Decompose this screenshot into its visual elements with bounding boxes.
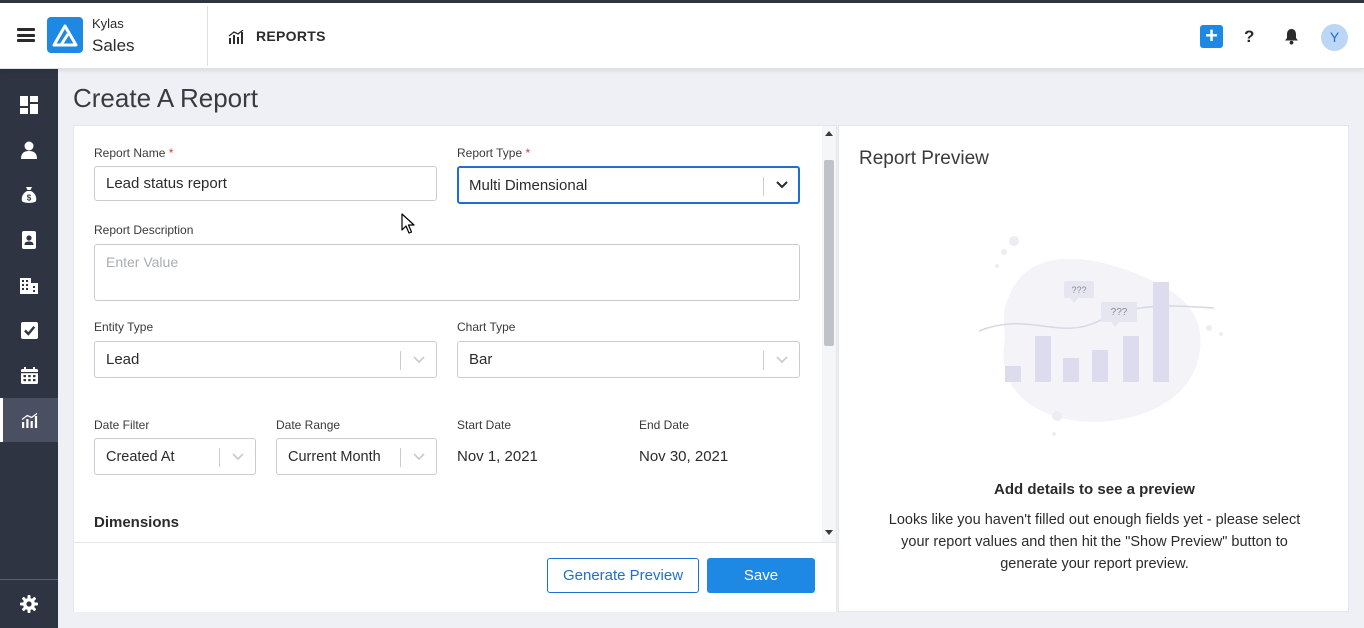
scroll-down-arrow-icon[interactable] [825,530,833,535]
help-icon[interactable]: ? [1244,27,1254,47]
report-name-label: Report Name * [94,146,173,160]
question-bubble-text: ??? [1111,307,1128,318]
date-filter-select[interactable]: Created At [94,438,256,475]
entity-type-label: Entity Type [94,320,154,334]
date-filter-value: Created At [106,448,175,465]
report-type-value: Multi Dimensional [469,176,588,194]
calendar-icon [20,366,38,384]
mouse-cursor-icon [401,213,415,234]
entity-type-select[interactable]: Lead [94,341,437,378]
select-separator [400,448,401,467]
sidebar-item-settings[interactable] [0,582,58,626]
sidebar-item-leads[interactable] [0,128,58,172]
scroll-thumb[interactable] [824,160,834,346]
reports-icon [21,412,37,428]
chevron-down-icon[interactable] [413,356,425,364]
select-separator [400,351,401,370]
contact-book-icon [22,231,36,249]
report-name-input[interactable]: Lead status report [94,166,437,201]
svg-text:$: $ [27,194,32,203]
avatar[interactable]: Y [1321,24,1348,51]
report-type-select[interactable]: Multi Dimensional [457,166,800,204]
empty-chart-illustration-icon: ??? ??? [978,236,1223,436]
header-divider [207,6,208,66]
sidebar-divider [0,579,58,580]
form-scrollbar[interactable] [822,126,836,542]
sidebar-item-contacts[interactable] [0,218,58,262]
chevron-down-icon[interactable] [776,181,788,189]
sidebar-item-deals[interactable]: $ [0,173,58,217]
start-date-label: Start Date [457,418,512,432]
save-button[interactable]: Save [707,558,815,593]
dashboard-icon [20,96,38,114]
date-filter-label: Date Filter [94,418,150,432]
preview-empty-heading: Add details to see a preview [994,481,1195,498]
quick-add-button[interactable]: + [1200,25,1223,48]
chart-type-value: Bar [469,351,493,368]
chart-type-select[interactable]: Bar [457,341,800,378]
report-description-placeholder: Enter Value [106,254,179,270]
report-name-value: Lead status report [106,175,227,192]
end-date-value: Nov 30, 2021 [639,448,729,465]
preview-empty-text: Looks like you haven't filled out enough… [888,512,1301,572]
end-date-label: End Date [639,418,690,432]
bell-icon[interactable] [1284,28,1299,50]
chevron-down-icon[interactable] [232,453,244,461]
sidebar-item-calendar[interactable] [0,353,58,397]
generate-preview-button[interactable]: Generate Preview [547,558,699,593]
section-title: REPORTS [256,28,326,44]
report-form-card: Report Name * Lead status report Report … [73,125,837,612]
chart-type-label: Chart Type [457,320,516,334]
scroll-up-arrow-icon[interactable] [825,131,833,136]
report-description-label: Report Description [94,223,194,237]
sidebar-item-tasks[interactable] [0,308,58,352]
kylas-logo-icon[interactable] [47,17,83,53]
sidebar-item-reports[interactable] [0,398,58,442]
required-mark: * [525,146,531,160]
hamburger-menu-icon[interactable] [17,28,35,42]
sidebar-item-dashboard[interactable] [0,83,58,127]
date-range-label: Date Range [276,418,341,432]
date-range-value: Current Month [288,448,381,465]
dimensions-title: Dimensions [94,514,180,531]
top-header: Kylas Sales REPORTS + ? Y [0,0,1364,69]
question-bubble-text: ??? [1071,285,1086,295]
select-separator [219,448,220,467]
report-type-label: Report Type * [457,146,530,160]
report-description-textarea[interactable]: Enter Value [94,244,800,301]
reports-section-icon [228,29,244,49]
sidebar-item-companies[interactable] [0,263,58,307]
brand-product: Sales [92,36,135,55]
select-separator [763,351,764,370]
report-preview-card: Report Preview ??? ??? Add details to se… [838,125,1349,612]
entity-type-value: Lead [106,351,140,368]
building-icon [20,278,38,294]
chevron-down-icon[interactable] [413,453,425,461]
chevron-down-icon[interactable] [776,356,788,364]
gear-icon [20,595,38,613]
select-separator [763,177,764,196]
report-name-label-text: Report Name [94,146,166,160]
form-scroll-area: Report Name * Lead status report Report … [74,126,822,542]
preview-title: Report Preview [859,148,989,169]
page-title: Create A Report [73,83,258,113]
start-date-value: Nov 1, 2021 [457,448,538,465]
required-mark: * [168,146,174,160]
user-icon [21,141,37,159]
form-footer: Generate Preview Save [74,542,836,612]
report-type-label-text: Report Type [457,146,523,160]
sidebar: $ [0,69,58,628]
money-bag-icon: $ [21,187,37,203]
checkbox-icon [20,321,38,339]
date-range-select[interactable]: Current Month [276,438,437,475]
brand-name: Kylas [92,16,124,31]
